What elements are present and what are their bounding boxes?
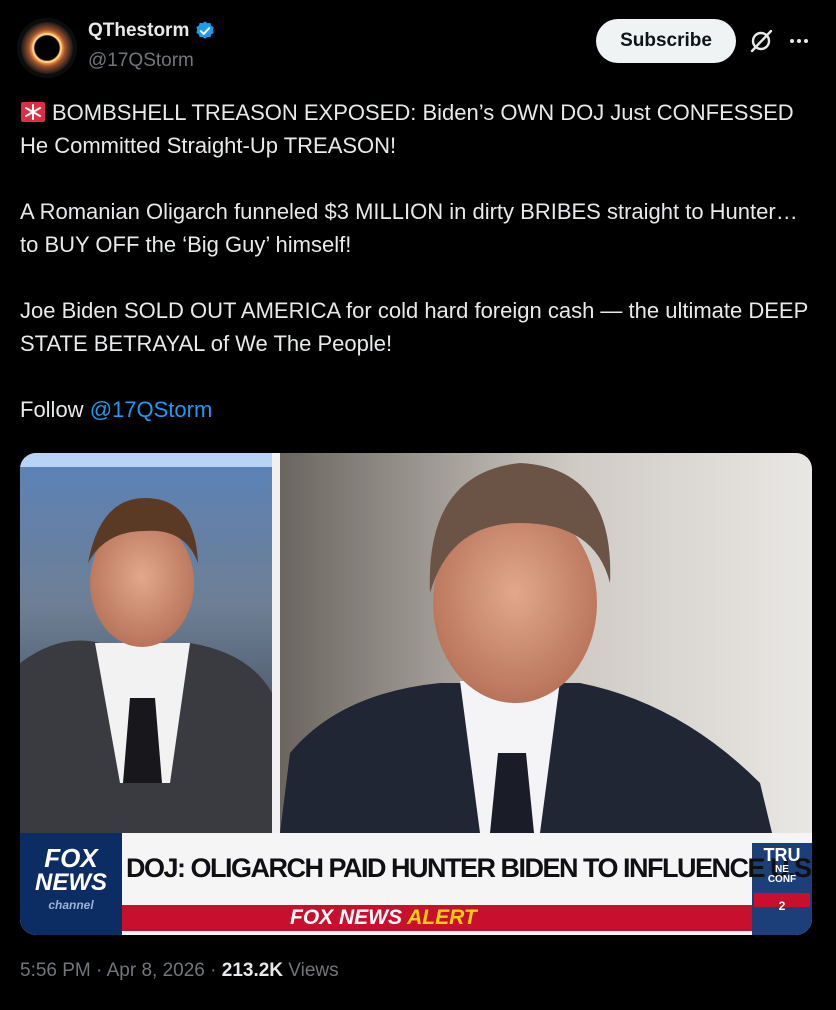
chyron-headline: DOJ: OLIGARCH PAID HUNTER BIDEN TO INFLU…	[126, 853, 812, 883]
follow-prefix: Follow	[20, 397, 90, 422]
network-logo-line3: channel	[48, 898, 94, 912]
alert-brand: FOX NEWS	[290, 906, 403, 929]
more-dots-icon[interactable]	[788, 30, 810, 52]
storm-eye-avatar-icon	[17, 18, 77, 78]
post-date[interactable]: Apr 8, 2026	[107, 960, 205, 981]
post-time[interactable]: 5:56 PM	[20, 960, 91, 981]
subscribe-button[interactable]: Subscribe	[596, 19, 736, 63]
side-box: TRU NE CONF 2	[754, 846, 810, 912]
verified-badge-icon	[196, 21, 215, 39]
mention-link[interactable]: @17QStorm	[90, 397, 213, 422]
alert-word: ALERT	[407, 906, 477, 929]
alert-bar: FOX NEWS ALERT	[290, 905, 477, 931]
meta-separator-2: ·	[204, 960, 222, 981]
tweet-paragraph-3: Joe Biden SOLD OUT AMERICA for cold hard…	[20, 298, 808, 356]
side-box-line4: 2	[778, 898, 786, 913]
tweet-paragraph-4: Follow @17QStorm	[20, 393, 820, 426]
network-logo-line2: NEWS	[35, 869, 107, 896]
views-label: Views	[283, 960, 339, 981]
side-box-line1: TRU	[763, 845, 801, 865]
avatar[interactable]	[17, 18, 77, 78]
tweet-paragraph-1: BOMBSHELL TREASON EXPOSED: Biden’s OWN D…	[20, 96, 820, 162]
display-name[interactable]: QThestorm	[88, 20, 189, 42]
account-handle[interactable]: @17QStorm	[88, 50, 194, 72]
side-box-line3: CONF	[767, 874, 797, 886]
tweet-paragraph-2: A Romanian Oligarch funneled $3 MILLION …	[20, 199, 798, 257]
tweet-media-video[interactable]: FOX NEWS channel DOJ: OLIGARCH PAID HUNT…	[20, 453, 812, 935]
tweet-line-1: BOMBSHELL TREASON EXPOSED: Biden’s OWN D…	[20, 100, 794, 158]
network-logo-line1: FOX	[44, 843, 98, 873]
tweet-text: BOMBSHELL TREASON EXPOSED: Biden’s OWN D…	[20, 96, 820, 426]
tweet-meta: 5:56 PM · Apr 8, 2026 · 213.2K Views	[20, 960, 339, 982]
meta-separator-1: ·	[90, 960, 107, 981]
grok-slash-icon[interactable]	[748, 28, 774, 54]
views-count[interactable]: 213.2K	[222, 960, 283, 981]
siren-emoji-icon	[21, 102, 45, 122]
account-name-row[interactable]: QThestorm	[88, 20, 216, 42]
